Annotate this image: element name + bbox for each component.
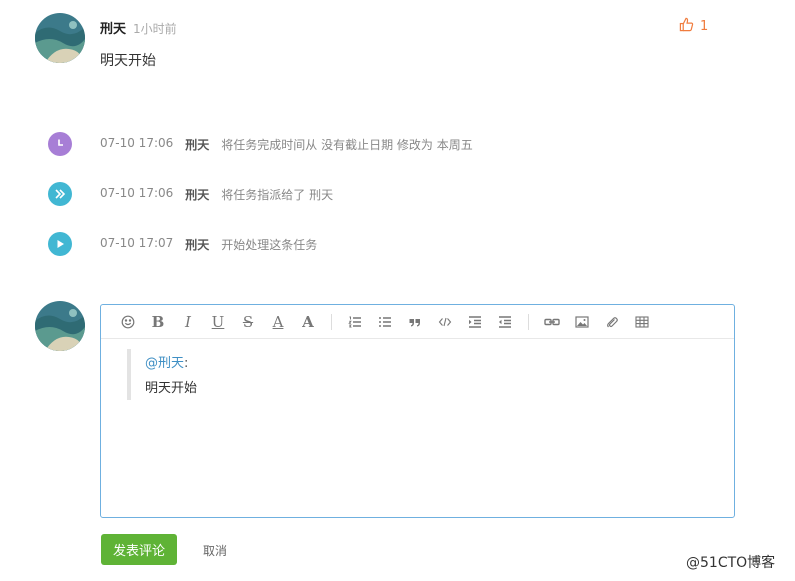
font-color-button[interactable]: A bbox=[263, 310, 293, 334]
current-user-avatar[interactable] bbox=[35, 301, 85, 351]
indent-icon[interactable] bbox=[460, 310, 490, 334]
editor-content[interactable]: @刑天: 明天开始 bbox=[101, 339, 734, 517]
activity-user[interactable]: 刑天 bbox=[185, 136, 209, 153]
comment-body: 明天开始 bbox=[100, 53, 156, 69]
like-button[interactable]: 1 bbox=[679, 17, 708, 36]
toolbar-divider bbox=[331, 313, 332, 330]
clock-icon bbox=[48, 132, 72, 156]
comment-author-avatar[interactable] bbox=[35, 13, 85, 63]
activity-action: 将任务完成时间从 没有截止日期 修改为 本周五 bbox=[221, 137, 473, 152]
activity-action: 开始处理这条任务 bbox=[221, 237, 318, 252]
table-icon[interactable] bbox=[627, 310, 657, 334]
activity-user[interactable]: 刑天 bbox=[185, 236, 209, 253]
activity-item: 07-10 17:07 刑天 开始处理这条任务 bbox=[48, 232, 317, 256]
activity-item: 07-10 17:06 刑天 将任务完成时间从 没有截止日期 修改为 本周五 bbox=[48, 132, 473, 156]
quote-icon[interactable] bbox=[400, 310, 430, 334]
like-count: 1 bbox=[700, 19, 709, 34]
activity-action: 将任务指派给了 刑天 bbox=[221, 187, 334, 202]
comment-timestamp: 1小时前 bbox=[133, 22, 177, 36]
comment-author-name[interactable]: 刑天 bbox=[100, 18, 126, 37]
italic-button[interactable]: I bbox=[173, 310, 203, 334]
editor-toolbar: B I U S A A bbox=[101, 305, 734, 339]
underline-button[interactable]: U bbox=[203, 310, 233, 334]
ordered-list-icon[interactable] bbox=[340, 310, 370, 334]
watermark: @51CTO博客 bbox=[686, 555, 776, 571]
emoji-icon[interactable] bbox=[113, 310, 143, 334]
mention-line: @刑天: bbox=[145, 352, 188, 371]
toolbar-divider bbox=[528, 313, 529, 330]
bold-button[interactable]: B bbox=[143, 310, 173, 334]
submit-comment-button[interactable]: 发表评论 bbox=[101, 534, 177, 565]
image-icon[interactable] bbox=[567, 310, 597, 334]
link-icon[interactable] bbox=[537, 310, 567, 334]
quoted-text: 明天开始 bbox=[145, 381, 198, 396]
outdent-icon[interactable] bbox=[490, 310, 520, 334]
thumbs-up-icon bbox=[679, 17, 694, 36]
mention-colon: : bbox=[184, 356, 189, 371]
blockquote-bar bbox=[127, 349, 131, 400]
bullet-list-icon[interactable] bbox=[370, 310, 400, 334]
activity-time: 07-10 17:06 bbox=[100, 185, 174, 200]
activity-time: 07-10 17:07 bbox=[100, 235, 174, 250]
comment-editor: B I U S A A @刑天: 明天开始 bbox=[100, 304, 735, 518]
font-size-button[interactable]: A bbox=[293, 310, 323, 334]
activity-item: 07-10 17:06 刑天 将任务指派给了 刑天 bbox=[48, 182, 333, 206]
cancel-button[interactable]: 取消 bbox=[203, 542, 227, 559]
code-icon[interactable] bbox=[430, 310, 460, 334]
double-chevron-icon bbox=[48, 182, 72, 206]
attachment-icon[interactable] bbox=[597, 310, 627, 334]
activity-user[interactable]: 刑天 bbox=[185, 186, 209, 203]
activity-time: 07-10 17:06 bbox=[100, 135, 174, 150]
play-icon bbox=[48, 232, 72, 256]
user-mention[interactable]: @刑天 bbox=[145, 356, 184, 371]
strikethrough-button[interactable]: S bbox=[233, 310, 263, 334]
